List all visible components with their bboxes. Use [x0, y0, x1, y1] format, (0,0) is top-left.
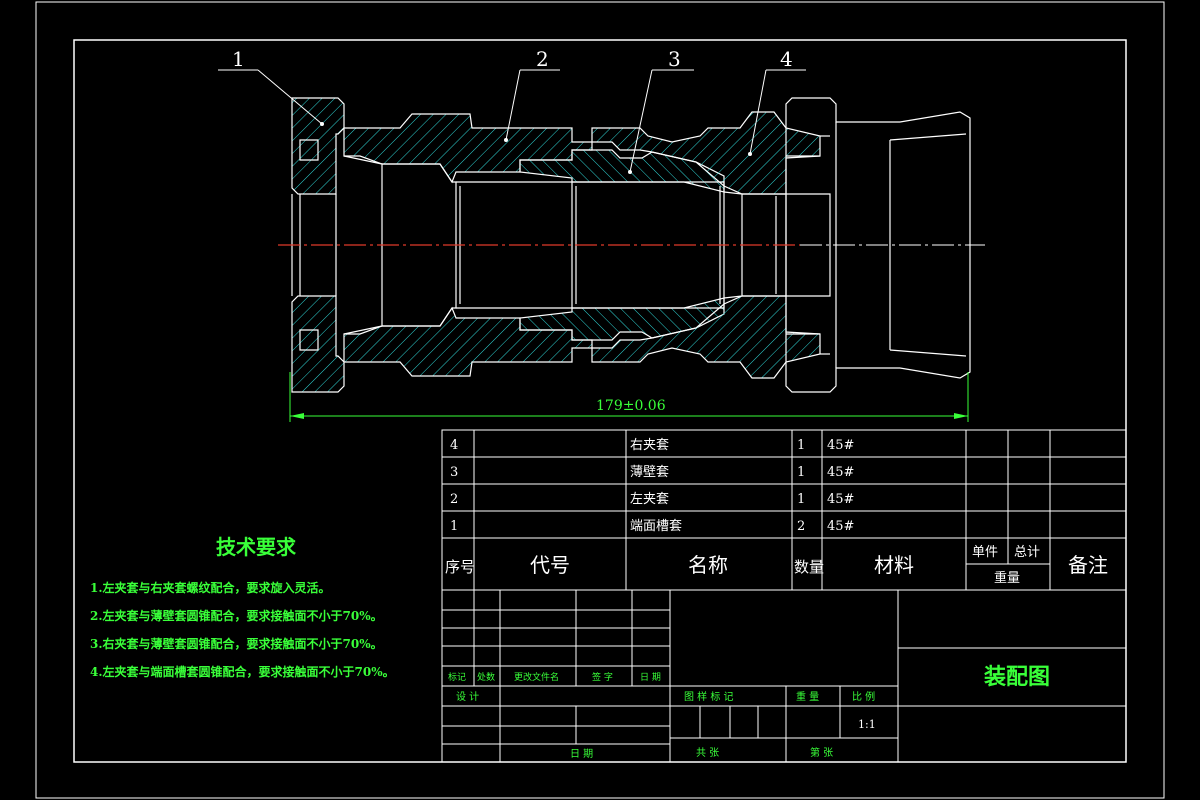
scale-value: 1:1 [858, 718, 876, 731]
assembly-drawing-sheet: 1 2 3 4 179±0.06 技术要求 1.左夹套与右夹套螺纹配合，要求旋入… [35, 1, 1165, 799]
header-remark: 备注 [1068, 553, 1108, 577]
bom-name: 右夹套 [630, 437, 669, 453]
rev-count: 处数 [477, 671, 495, 683]
header-total: 总计 [1014, 545, 1040, 560]
tech-item-2: 2.左夹套与薄壁套圆锥配合，要求接触面不小于70%。 [90, 608, 383, 623]
drawing-title: 装配图 [984, 664, 1050, 690]
svg-text:1: 1 [797, 438, 805, 453]
length-dimension: 179±0.06 [289, 372, 969, 422]
svg-text:45#: 45# [827, 438, 854, 453]
tech-item-3: 3.右夹套与薄壁套圆锥配合，要求接触面不小于70%。 [90, 636, 383, 651]
bom-rows: 4 右夹套 1 45# 3 薄壁套 1 45# 2 左夹套 1 45# 1 端面… [450, 437, 854, 534]
header-material: 材料 [874, 553, 914, 577]
header-name: 名称 [688, 553, 728, 577]
designer-label: 设 计 [456, 690, 479, 703]
balloon-4: 4 [780, 47, 793, 71]
header-weight: 重量 [994, 570, 1020, 586]
svg-text:4: 4 [450, 438, 458, 453]
header-qty: 数量 [794, 558, 824, 576]
header-no: 序号 [445, 558, 475, 576]
balloon-3: 3 [668, 47, 681, 71]
bom-name: 端面槽套 [630, 518, 682, 534]
bom-header: 序号 代号 名称 数量 材料 单件 总计 重量 备注 [445, 545, 1108, 586]
rev-date: 日 期 [640, 672, 661, 683]
bom-row: 1 端面槽套 2 45# [450, 518, 854, 534]
balloon-1: 1 [232, 47, 245, 71]
bom-name: 薄壁套 [630, 464, 669, 480]
weight-label: 重 量 [796, 690, 819, 703]
stage-label: 图 样 标 记 [684, 690, 734, 703]
balloon-2: 2 [536, 47, 549, 71]
header-code: 代号 [530, 553, 570, 577]
bom-row: 3 薄壁套 1 45# [450, 464, 854, 480]
bom-row: 2 左夹套 1 45# [450, 491, 854, 507]
sheets-total: 共 张 [696, 747, 719, 759]
tech-item-1: 1.左夹套与右夹套螺纹配合，要求旋入灵活。 [90, 580, 331, 595]
tech-title: 技术要求 [216, 535, 297, 559]
rev-file: 更改文件名 [514, 671, 559, 683]
svg-text:45#: 45# [827, 492, 854, 507]
svg-text:2: 2 [450, 492, 458, 507]
svg-text:45#: 45# [827, 465, 854, 480]
tech-item-4: 4.左夹套与端面槽套圆锥配合，要求接触面不小于70%。 [90, 664, 395, 679]
svg-text:45#: 45# [827, 519, 854, 534]
svg-text:1: 1 [797, 492, 805, 507]
rev-sign: 签 字 [592, 671, 613, 683]
bom-name: 左夹套 [630, 491, 669, 507]
part-section-view: 1 2 3 4 179±0.06 [218, 47, 985, 422]
svg-text:2: 2 [797, 519, 805, 534]
dimension-text: 179±0.06 [596, 398, 666, 414]
scale-label: 比 例 [852, 690, 875, 703]
technical-requirements: 技术要求 1.左夹套与右夹套螺纹配合，要求旋入灵活。 2.左夹套与薄壁套圆锥配合… [90, 535, 395, 679]
header-single: 单件 [972, 545, 998, 560]
rev-mark: 标记 [448, 671, 466, 683]
bom-row: 4 右夹套 1 45# [450, 437, 854, 453]
date-label: 日 期 [570, 748, 593, 760]
sheet-number: 第 张 [810, 746, 833, 759]
svg-text:1: 1 [797, 465, 805, 480]
svg-text:1: 1 [450, 519, 458, 534]
svg-text:3: 3 [450, 465, 458, 480]
title-block-text: 标记 处数 更改文件名 签 字 日 期 设 计 日 期 图 样 标 记 重 量 … [448, 664, 1050, 760]
